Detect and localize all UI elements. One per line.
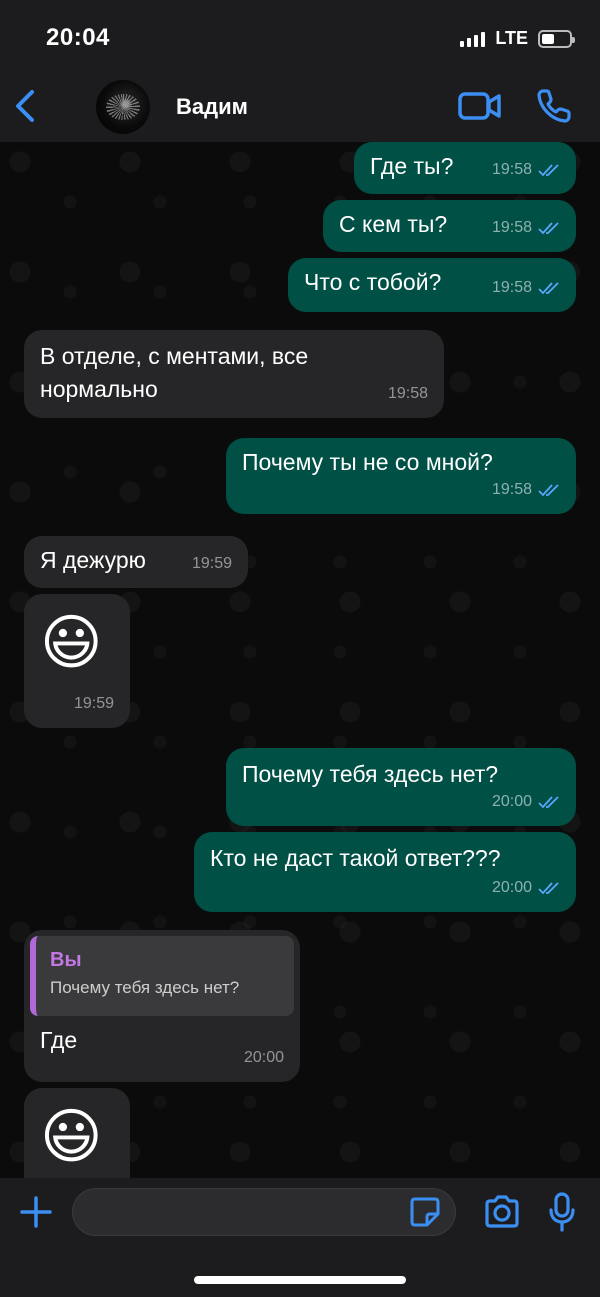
message-incoming[interactable]: В отделе, с ментами, все нормально 19:58 [24, 330, 444, 418]
message-meta: 19:58 [492, 153, 560, 186]
message-incoming-emoji[interactable]: 😃 [24, 1088, 130, 1178]
signal-icon [460, 31, 486, 47]
message-incoming[interactable]: Я дежурю 19:59 [24, 536, 248, 588]
message-meta: 20:00 [492, 785, 560, 818]
message-text: Почему тебя здесь нет? [242, 761, 499, 787]
contact-avatar[interactable] [96, 80, 150, 134]
battery-icon [538, 29, 575, 48]
message-meta: 19:58 [492, 271, 560, 304]
composer-bar [0, 1178, 600, 1297]
message-time: 19:58 [491, 219, 532, 236]
double-check-icon [538, 881, 559, 894]
message-outgoing[interactable]: Почему тебя здесь нет? 20:00 [226, 748, 576, 826]
status-indicators: LTE [460, 28, 575, 49]
double-check-icon [538, 795, 559, 808]
message-time: 20:00 [491, 793, 532, 810]
message-text: Почему ты не со мной? [242, 449, 493, 475]
back-chevron-icon[interactable] [10, 86, 42, 126]
status-bar: 20:04 LTE [0, 0, 600, 72]
message-text: Я дежурю [40, 547, 146, 573]
message-text: Что с тобой? [304, 269, 442, 295]
quoted-message[interactable]: Вы Почему тебя здесь нет? [30, 936, 294, 1016]
message-list[interactable]: Где ты? 19:58 С кем ты? 19:58 Что с тобо… [0, 142, 600, 1178]
message-time: 19:58 [387, 385, 428, 402]
quoted-author: Вы [50, 949, 82, 971]
message-time: 20:00 [243, 1049, 284, 1066]
message-meta: 19:58 [388, 377, 428, 410]
double-check-icon [538, 221, 559, 234]
message-time: 19:59 [73, 695, 114, 712]
message-outgoing[interactable]: Что с тобой? 19:58 [288, 258, 576, 312]
message-time: 19:58 [491, 481, 532, 498]
double-check-icon [538, 281, 559, 294]
message-outgoing[interactable]: Где ты? 19:58 [354, 142, 576, 194]
message-incoming-reply[interactable]: Вы Почему тебя здесь нет? Где 20:00 [24, 930, 300, 1082]
status-time: 20:04 [46, 24, 110, 51]
message-meta: 19:59 [192, 547, 232, 580]
message-incoming-emoji[interactable]: 😃 19:59 [24, 594, 130, 728]
quoted-text: Почему тебя здесь нет? [50, 978, 240, 997]
message-meta: 20:00 [244, 1041, 284, 1074]
message-meta: 20:00 [492, 871, 560, 904]
message-meta: 19:58 [492, 473, 560, 506]
message-time: 19:58 [491, 161, 532, 178]
message-outgoing[interactable]: С кем ты? 19:58 [323, 200, 576, 252]
home-indicator[interactable] [194, 1276, 406, 1284]
message-outgoing[interactable]: Почему ты не со мной? 19:58 [226, 438, 576, 514]
double-check-icon [538, 483, 559, 496]
message-meta: 19:59 [74, 687, 114, 720]
message-text-line: нормально [40, 376, 158, 402]
camera-icon[interactable] [482, 1194, 522, 1230]
message-text: Где ты? [370, 153, 454, 179]
message-outgoing[interactable]: Кто не даст такой ответ??? 20:00 [194, 832, 576, 912]
sticker-icon[interactable] [409, 1196, 441, 1228]
smiley-emoji: 😃 [40, 1102, 103, 1172]
chat-header: Вадим [0, 72, 600, 142]
message-text: С кем ты? [339, 211, 448, 237]
double-check-icon [538, 163, 559, 176]
microphone-icon[interactable] [548, 1192, 576, 1232]
message-time: 19:59 [191, 555, 232, 572]
message-input[interactable] [72, 1188, 456, 1236]
phone-icon[interactable] [534, 86, 574, 126]
message-text-line: В отделе, с ментами, все [40, 343, 309, 369]
smiley-emoji: 😃 [40, 608, 103, 678]
message-time: 19:58 [491, 279, 532, 296]
message-text: Кто не даст такой ответ??? [210, 845, 501, 871]
message-time: 20:00 [491, 879, 532, 896]
contact-name[interactable]: Вадим [176, 94, 248, 120]
message-meta: 19:58 [492, 211, 560, 244]
video-call-icon[interactable] [456, 88, 504, 124]
plus-icon[interactable] [18, 1194, 54, 1230]
network-type: LTE [495, 28, 528, 48]
